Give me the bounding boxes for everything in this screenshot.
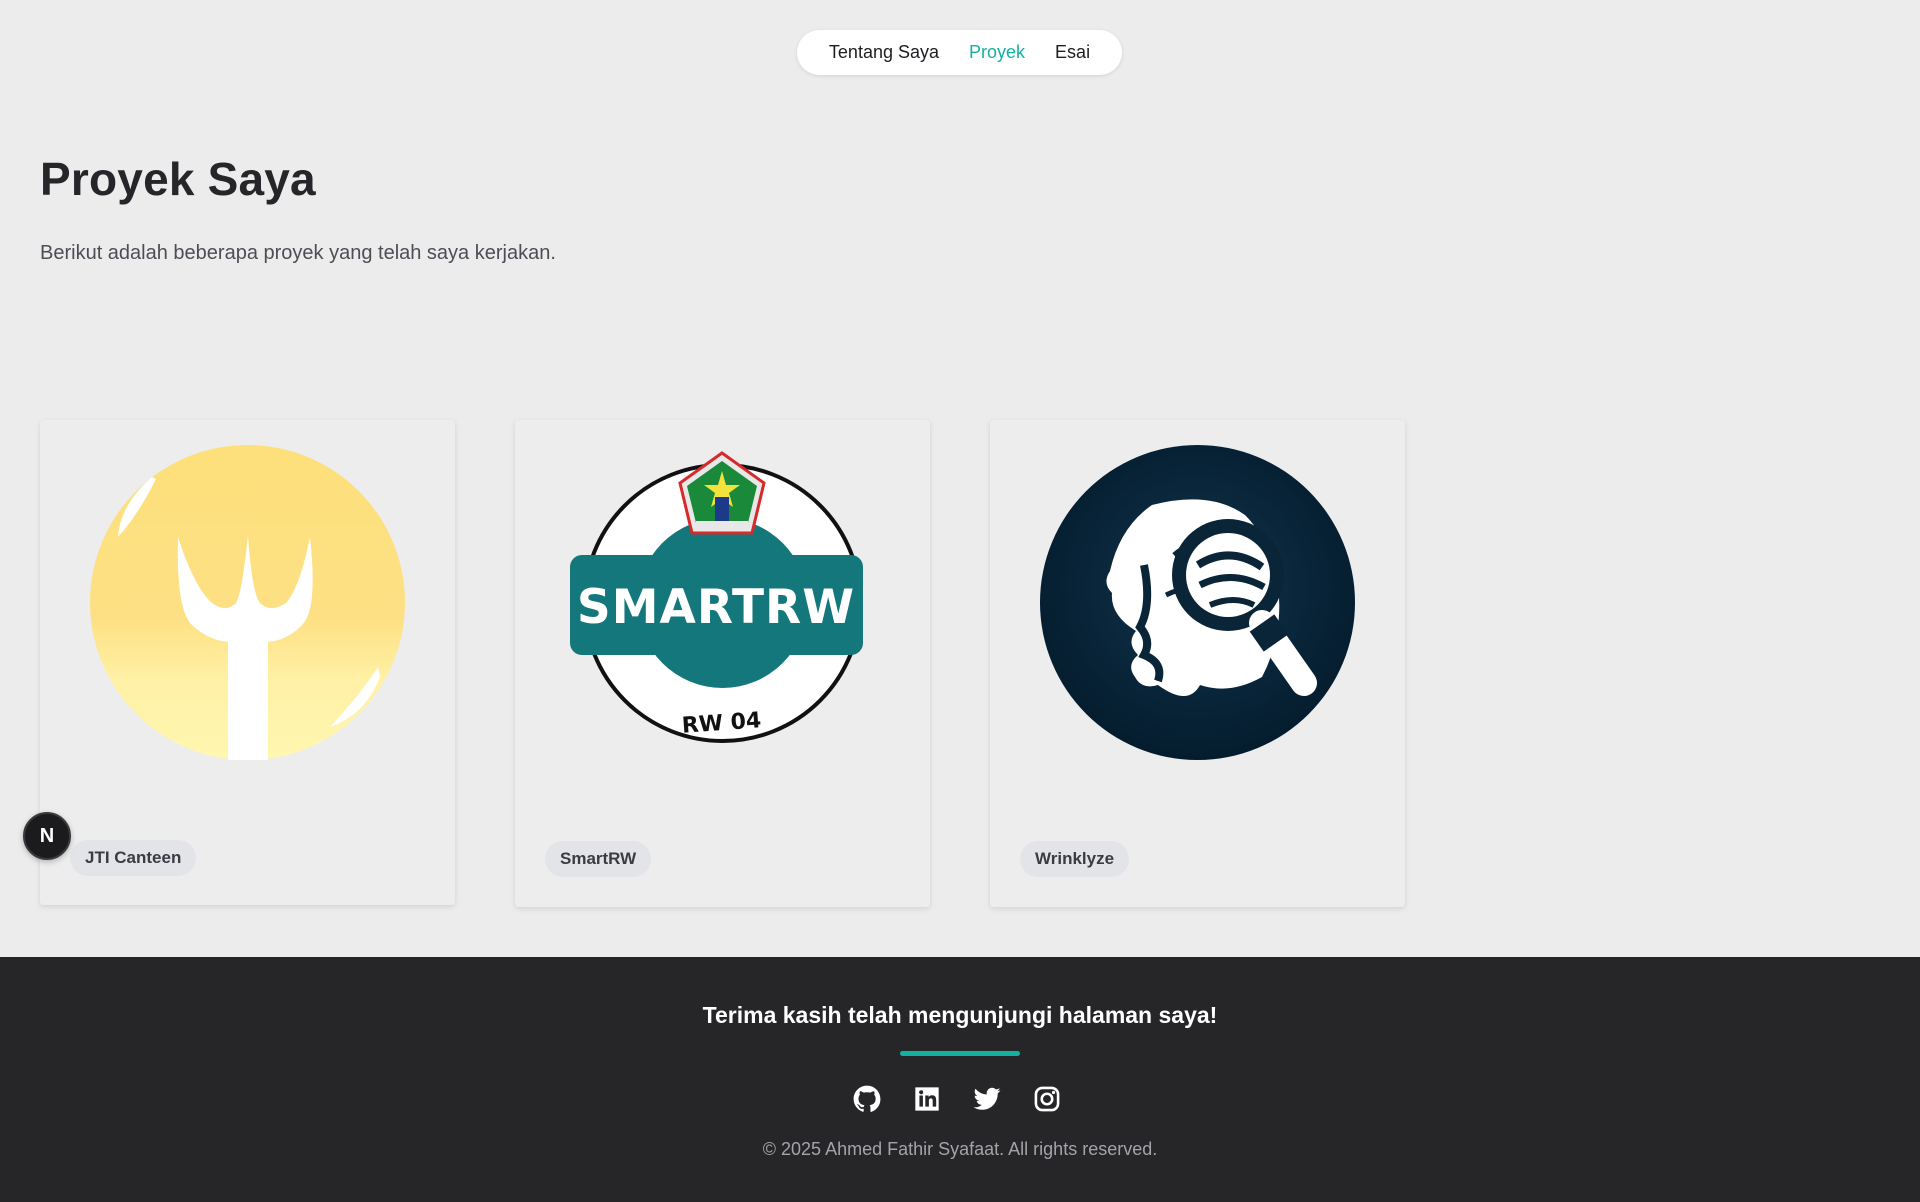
top-nav: Tentang Saya Proyek Esai (797, 30, 1122, 75)
magnifier-face-icon (1040, 445, 1355, 760)
nav-link-esai[interactable]: Esai (1055, 42, 1090, 63)
smartrw-logo-text: SMARTRW (577, 580, 855, 635)
github-icon[interactable] (853, 1085, 881, 1113)
linkedin-icon[interactable] (913, 1085, 941, 1113)
twitter-icon[interactable] (973, 1085, 1001, 1113)
project-tag: SmartRW (545, 841, 652, 877)
social-links (853, 1085, 1061, 1113)
project-tag: Wrinklyze (1020, 841, 1130, 877)
smartrw-logo: SMARTRW RW 04 (565, 445, 880, 760)
project-card-wrinklyze[interactable]: Wrinklyze (990, 420, 1405, 907)
page-title: Proyek Saya (40, 153, 316, 205)
footer-divider (900, 1051, 1020, 1056)
nav-link-proyek[interactable]: Proyek (969, 42, 1025, 63)
fork-icon (90, 445, 405, 760)
footer-thanks: Terima kasih telah mengunjungi halaman s… (702, 1002, 1218, 1028)
project-card-smartrw[interactable]: SMARTRW RW 04 SmartRW (515, 420, 930, 907)
footer: Terima kasih telah mengunjungi halaman s… (0, 957, 1920, 1202)
nextjs-badge[interactable]: N (23, 812, 71, 860)
page-subtitle: Berikut adalah beberapa proyek yang tela… (40, 242, 556, 264)
page: Tentang Saya Proyek Esai Proyek Saya Ber… (0, 0, 1920, 1202)
instagram-icon[interactable] (1033, 1085, 1061, 1113)
nav-link-tentang-saya[interactable]: Tentang Saya (829, 42, 939, 63)
project-card-jti-canteen[interactable]: JTI Canteen (40, 420, 455, 905)
project-tag: JTI Canteen (70, 840, 197, 876)
footer-copyright: © 2025 Ahmed Fathir Syafaat. All rights … (762, 1139, 1158, 1159)
